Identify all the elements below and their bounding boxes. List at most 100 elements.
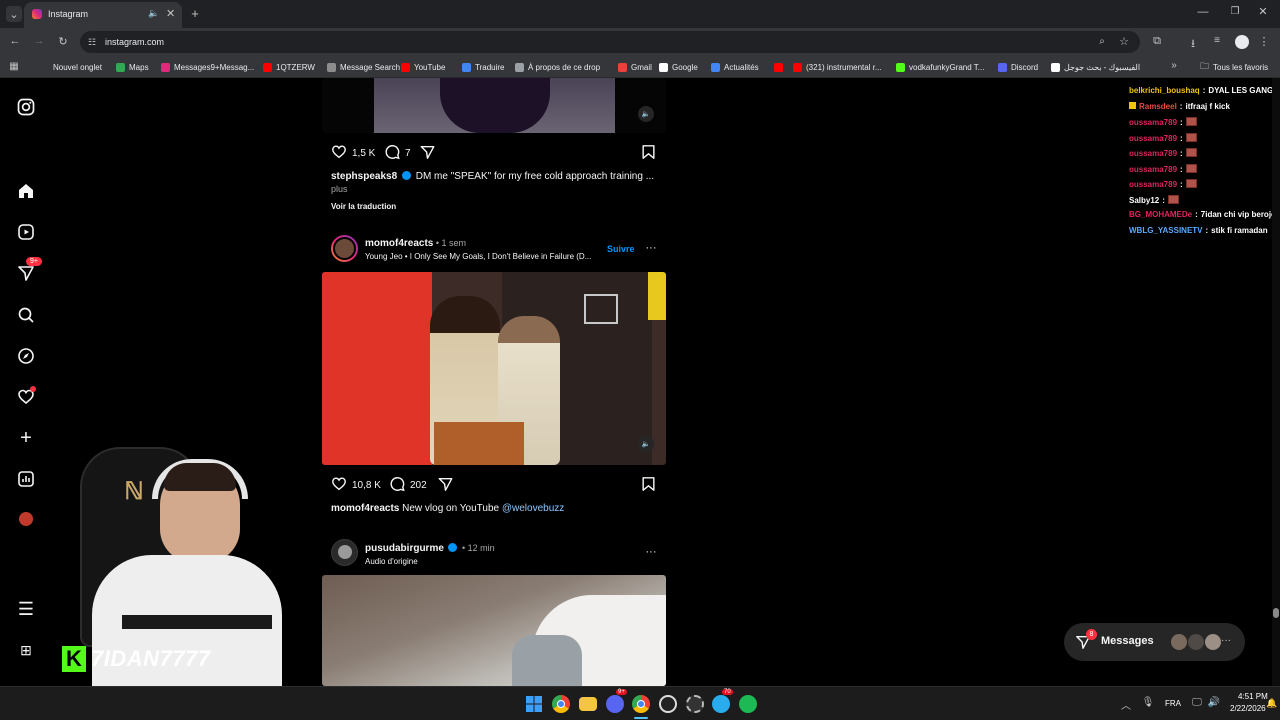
messages-button[interactable]: 8 Messages ···	[1064, 623, 1245, 661]
bookmark-item[interactable]: Messages9+Messag...	[161, 60, 254, 74]
bookmark-item[interactable]: Maps	[116, 60, 149, 74]
comment-icon[interactable]	[384, 144, 400, 163]
close-window-icon[interactable]: ✕	[1256, 5, 1270, 18]
tab-audio-icon[interactable]: 🔈	[148, 8, 159, 19]
like-heart-icon[interactable]	[331, 476, 347, 495]
chrome-icon[interactable]	[552, 695, 570, 713]
explore-icon[interactable]	[16, 346, 36, 366]
bookmark-star-icon[interactable]: ☆	[1118, 35, 1130, 48]
address-bar[interactable]: ☷ instagram.com ⌕ ☆	[80, 31, 1140, 53]
post-2-avatar[interactable]	[331, 235, 358, 262]
file-explorer-icon[interactable]	[579, 697, 597, 711]
bookmark-item[interactable]: Gmail	[618, 60, 652, 74]
chat-username[interactable]: Ramsdeel	[1139, 102, 1177, 111]
network-icon[interactable]: 🖵	[1191, 697, 1203, 708]
bookmarks-overflow-icon[interactable]: »	[1168, 60, 1180, 71]
chat-username[interactable]: oussama789	[1129, 118, 1177, 127]
clock-time[interactable]: 4:51 PM	[1238, 692, 1268, 701]
post-1-media[interactable]: 🔈	[322, 78, 666, 133]
chat-username[interactable]: oussama789	[1129, 165, 1177, 174]
profile-avatar[interactable]	[16, 509, 36, 529]
chat-username[interactable]: oussama789	[1129, 149, 1177, 158]
notification-center-icon[interactable]: 🔔	[1266, 698, 1277, 709]
chat-username[interactable]: Salby12	[1129, 196, 1159, 205]
post-1-share-icon[interactable]	[419, 144, 436, 160]
comment-icon[interactable]	[389, 476, 405, 495]
restore-icon[interactable]: ❐	[1228, 6, 1242, 17]
all-bookmarks[interactable]: 🗀 Tous les favoris	[1200, 60, 1268, 74]
extensions-icon[interactable]: ⧉	[1150, 35, 1164, 48]
discord-taskbar-icon[interactable]: 9+	[606, 689, 627, 713]
language-indicator[interactable]: FRA	[1165, 699, 1181, 708]
minimize-icon[interactable]: —	[1196, 6, 1210, 18]
tray-overflow-icon[interactable]: ︿	[1120, 697, 1132, 712]
microphone-icon[interactable]: 🎙	[1142, 697, 1155, 708]
bookmark-item[interactable]: Message Search	[327, 60, 400, 74]
chat-username[interactable]: oussama789	[1129, 134, 1177, 143]
tab-search-icon[interactable]: ⌄	[6, 6, 22, 22]
chat-username[interactable]: WBLG_YASSINETV	[1129, 226, 1203, 235]
home-icon[interactable]	[16, 181, 36, 201]
post-1-like[interactable]: 1,5 K	[331, 144, 375, 163]
post-2-mention-link[interactable]: @welovebuzz	[502, 503, 564, 514]
chat-username[interactable]: BG_MOHAMEDe	[1129, 210, 1192, 219]
bookmark-item[interactable]: Google	[659, 60, 698, 74]
reels-icon[interactable]	[16, 222, 36, 242]
also-from-meta-icon[interactable]: ⊞	[16, 640, 36, 660]
page-scrollbar[interactable]	[1272, 78, 1280, 686]
telegram-icon[interactable]: 70	[712, 689, 733, 713]
tab-close-icon[interactable]: ✕	[166, 7, 175, 20]
post-2-audio[interactable]: Young Jeo • I Only See My Goals, I Don't…	[365, 252, 591, 261]
bookmark-item[interactable]: الفيسبوك - بحث جوجل	[1051, 60, 1140, 74]
windows-start-icon[interactable]	[525, 695, 543, 713]
post-2-options-icon[interactable]: ···	[644, 242, 658, 254]
profile-avatar-icon[interactable]	[1235, 35, 1249, 49]
media-control-icon[interactable]: ≡	[1210, 35, 1224, 46]
post-2-media[interactable]: 🔈	[322, 272, 666, 465]
bookmark-item[interactable]: Actualités	[711, 60, 759, 74]
direct-messages-icon[interactable]: 9+	[16, 257, 42, 283]
zoom-icon[interactable]: ⌕	[1096, 36, 1108, 47]
follow-button[interactable]: Suivre	[607, 244, 635, 254]
post-2-username[interactable]: momof4reacts	[365, 238, 433, 249]
post-3-username[interactable]: pusudabirgurme	[365, 543, 444, 554]
mute-icon[interactable]: 🔈	[638, 106, 654, 122]
bookmark-item[interactable]: 1QTZERW	[263, 60, 315, 74]
post-2-save-icon[interactable]	[641, 476, 656, 492]
post-1-more-link[interactable]: plus	[331, 184, 348, 194]
scrollbar-thumb[interactable]	[1273, 608, 1279, 618]
bookmark-item[interactable]: À propos de ce drop	[515, 60, 600, 74]
post-3-options-icon[interactable]: ···	[644, 546, 658, 558]
bookmark-item[interactable]: (321) instrumental r...	[793, 60, 882, 74]
tab-instagram[interactable]: Instagram 🔈 ✕	[24, 2, 182, 28]
bookmark-item[interactable]: Nouvel onglet	[53, 60, 102, 74]
forward-icon[interactable]: →	[32, 35, 46, 47]
clock-date[interactable]: 2/22/2026	[1230, 704, 1266, 713]
post-1-comment[interactable]: 7	[384, 144, 411, 163]
chrome-active-icon[interactable]	[632, 695, 650, 713]
post-1-translate-link[interactable]: Voir la traduction	[331, 202, 396, 211]
chat-username[interactable]: belkrichi_boushaq	[1129, 86, 1200, 95]
notifications-heart-icon[interactable]	[16, 386, 36, 407]
like-heart-icon[interactable]	[331, 144, 347, 163]
site-info-icon[interactable]: ☷	[86, 36, 98, 48]
post-2-mute-icon[interactable]: 🔈	[638, 436, 654, 452]
search-icon[interactable]	[16, 305, 36, 325]
create-plus-icon[interactable]: +	[16, 427, 36, 449]
obs-icon[interactable]	[659, 695, 677, 713]
reload-icon[interactable]: ↻	[56, 35, 70, 48]
bookmark-item[interactable]: YouTube	[401, 60, 445, 74]
new-tab-plus-icon[interactable]: +	[188, 6, 202, 21]
bookmark-item[interactable]: Discord	[998, 60, 1038, 74]
post-2-share-icon[interactable]	[437, 476, 454, 492]
post-2-comment[interactable]: 202	[389, 476, 427, 495]
more-menu-icon[interactable]: ☰	[16, 599, 36, 619]
bookmark-item[interactable]: vodkafunkyGrand T...	[896, 60, 984, 74]
apps-grid-icon[interactable]: ▦	[8, 60, 20, 72]
volume-icon[interactable]: 🔊	[1208, 697, 1220, 708]
spotify-icon[interactable]	[739, 695, 757, 713]
dashboard-icon[interactable]	[16, 469, 36, 489]
download-icon[interactable]: ⭳	[1186, 35, 1200, 54]
chat-username[interactable]: oussama789	[1129, 180, 1177, 189]
bookmark-item[interactable]	[774, 60, 783, 74]
